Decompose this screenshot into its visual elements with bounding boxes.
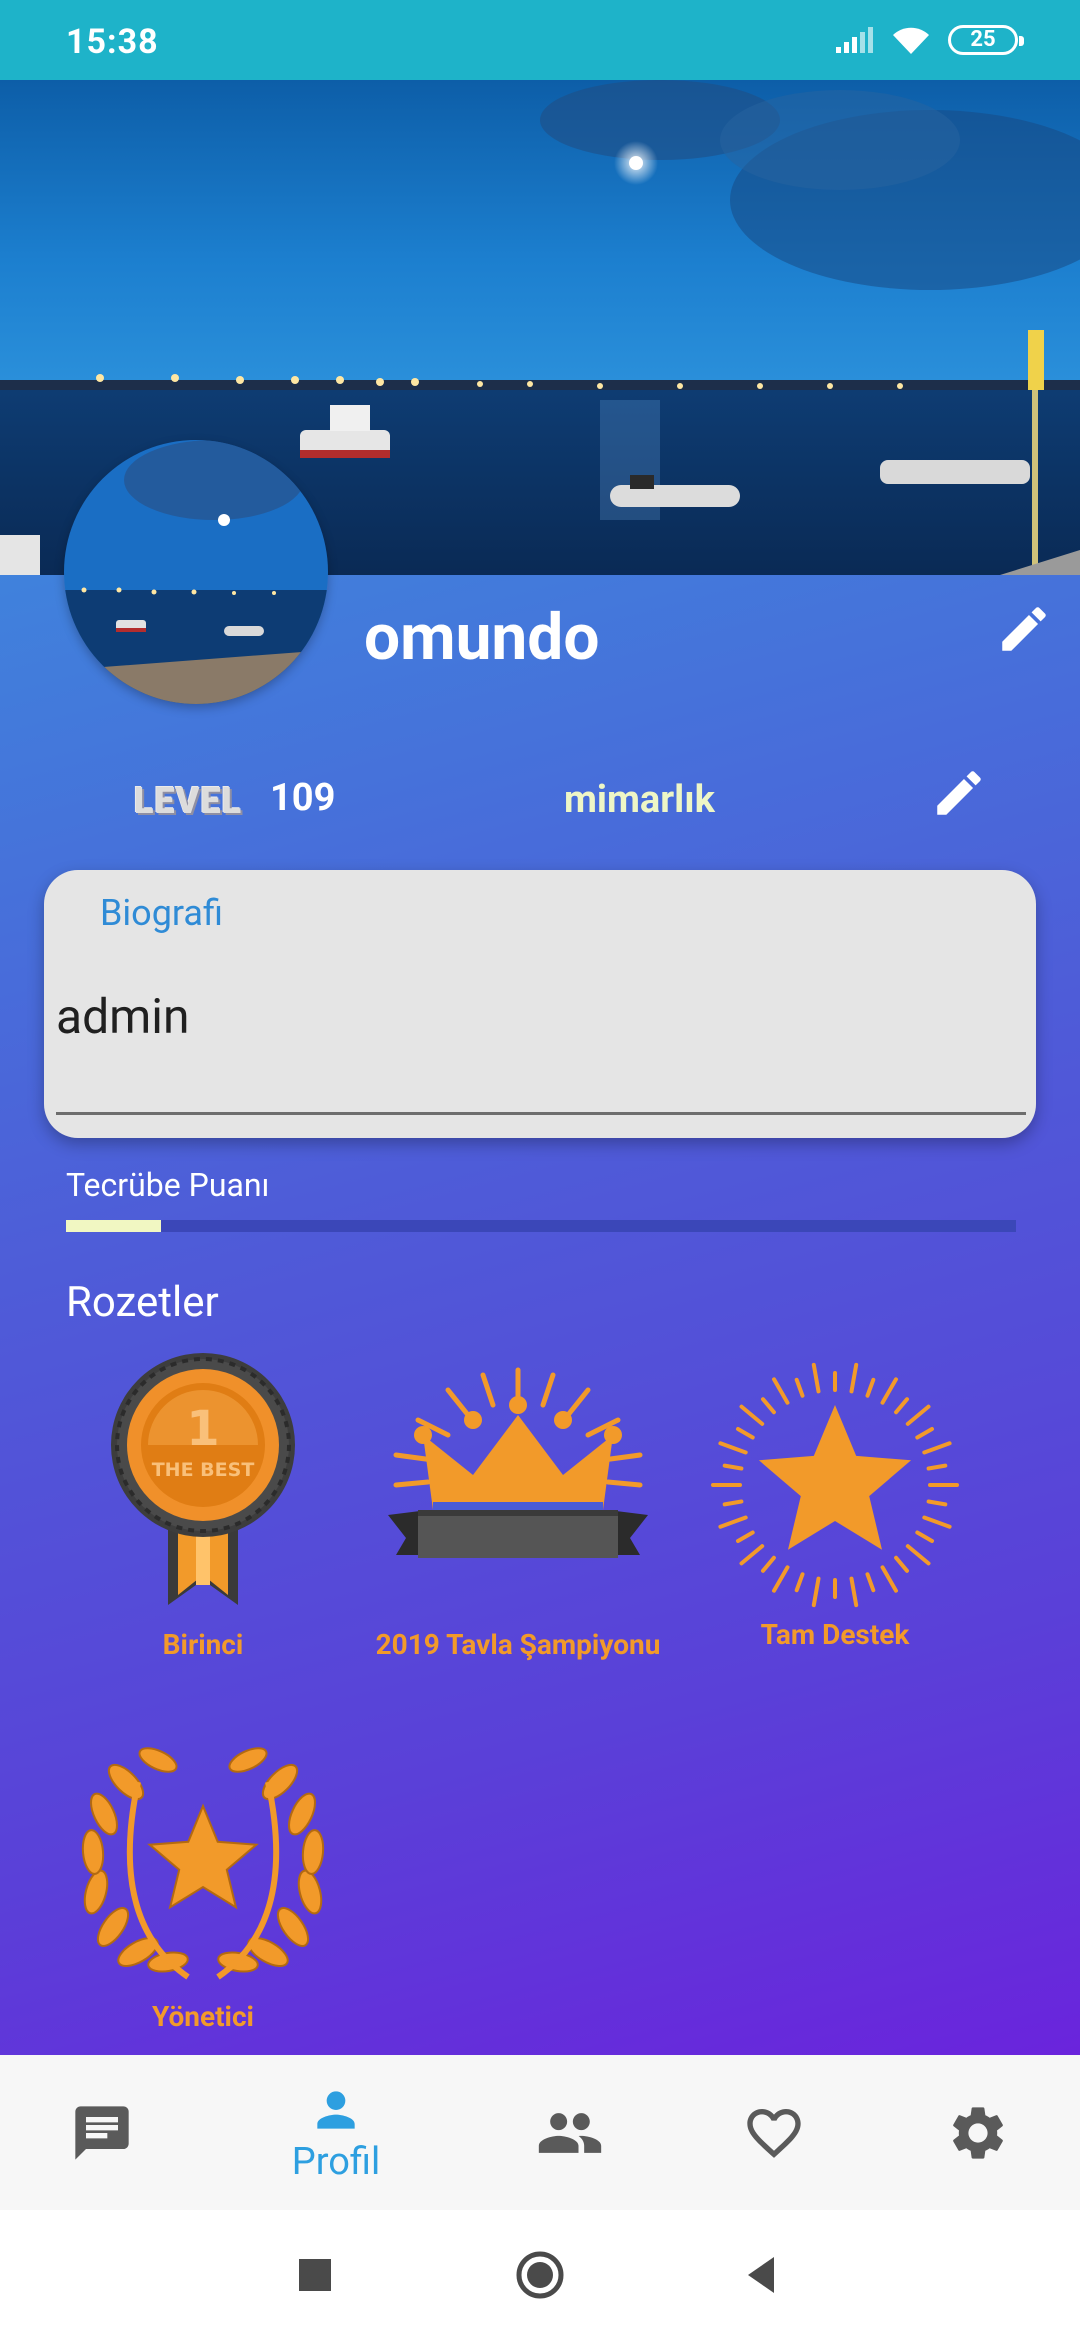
star-burst-ray [880, 1377, 898, 1405]
star-burst-ray [865, 1572, 876, 1593]
avatar[interactable] [64, 440, 328, 704]
bio-label: Biografi [100, 892, 223, 934]
wifi-icon [893, 27, 929, 54]
star-burst-ray [794, 1377, 805, 1398]
badges-title: Rozetler [66, 1278, 219, 1327]
person-icon [317, 2090, 355, 2129]
chat-icon [75, 2105, 129, 2160]
bio-text[interactable]: admin [56, 988, 189, 1045]
star-burst-ray [926, 1499, 948, 1507]
star-burst-ray [718, 1515, 748, 1529]
star-burst-ray [905, 1544, 931, 1566]
badge-tavla-sampiyonu[interactable]: 2019 Tavla Şampiyonu [368, 1360, 668, 1662]
star-burst-ray [739, 1404, 765, 1426]
edit-profile-icon[interactable] [995, 600, 1053, 658]
signal-icon [836, 27, 873, 53]
star-burst-ray [915, 1530, 934, 1543]
medal-number: 1 [186, 1401, 219, 1457]
star-burst-ray [894, 1555, 909, 1573]
status-bar: 15:38 25 [0, 0, 1080, 80]
xp-progress-fill [66, 1220, 161, 1232]
star-burst-ray [811, 1362, 821, 1394]
star-burst-ray [811, 1576, 821, 1608]
star-burst-ray [915, 1427, 934, 1440]
star-burst-ray [772, 1377, 790, 1405]
badge-label-birinci: Birinci [162, 1628, 244, 1661]
recents-button[interactable] [290, 2250, 340, 2300]
star-burst-ray [894, 1397, 909, 1415]
star-burst-ray [722, 1499, 744, 1507]
star-burst-ray [922, 1441, 952, 1455]
nav-item-friends[interactable] [520, 2055, 620, 2210]
level-value: 109 [270, 776, 336, 820]
nav-item-profile[interactable]: Profil [256, 2055, 416, 2210]
badge-yonetici[interactable]: Yönetici [53, 1722, 353, 2034]
bio-underline [56, 1112, 1026, 1115]
system-navigation-bar [0, 2210, 1080, 2340]
badge-label-tavla-sampiyonu: 2019 Tavla Şampiyonu [375, 1628, 661, 1661]
star-burst-ray [905, 1404, 931, 1426]
xp-label: Tecrübe Puanı [66, 1166, 270, 1204]
badge-birinci[interactable]: 1 THE BEST Birinci [53, 1350, 353, 1662]
nav-item-settings[interactable] [928, 2055, 1028, 2210]
star-burst-icon [711, 1362, 959, 1608]
bio-field[interactable]: Biografi admin [44, 870, 1036, 1138]
nav-item-messages[interactable] [52, 2055, 152, 2210]
star-burst-ray [718, 1441, 748, 1455]
username: omundo [364, 600, 600, 675]
status-icons: 25 [834, 18, 1024, 62]
heart-icon [747, 2108, 801, 2158]
star-burst-ray [849, 1362, 859, 1394]
level-badge: LEVEL [134, 780, 243, 822]
star-burst-ray [794, 1572, 805, 1593]
badge-tam-destek[interactable]: Tam Destek [685, 1360, 985, 1652]
bottom-navigation: Profil [0, 2055, 1080, 2210]
laurel-star-icon [81, 1747, 325, 1980]
back-button[interactable] [738, 2250, 788, 2300]
badge-label-yonetici: Yönetici [152, 2000, 254, 2033]
xp-progress-bar [66, 1220, 1016, 1232]
home-button[interactable] [515, 2250, 565, 2300]
star-burst-ray [926, 1463, 948, 1471]
star-burst-ray [849, 1576, 859, 1608]
edit-profession-icon[interactable] [930, 764, 988, 822]
battery-icon: 25 [948, 25, 1024, 55]
star-burst-ray [722, 1463, 744, 1471]
crown-icon [388, 1367, 648, 1558]
star-burst-ray [922, 1515, 952, 1529]
badge-label-tam-destek: Tam Destek [760, 1618, 910, 1651]
star-burst-ray [865, 1377, 876, 1398]
nav-item-favorites[interactable] [724, 2055, 824, 2210]
profession-label: mimarlık [564, 778, 715, 822]
nav-label-profile: Profil [291, 2139, 381, 2184]
star-burst-ray [761, 1397, 776, 1415]
star-burst-ray [736, 1530, 755, 1543]
star-burst-ray [739, 1544, 765, 1566]
star-burst-ray [880, 1565, 898, 1593]
group-icon [538, 2112, 602, 2153]
gear-icon [953, 2106, 1003, 2159]
star-burst-ray [736, 1427, 755, 1440]
medal-icon: 1 THE BEST [111, 1353, 295, 1605]
status-time: 15:38 [66, 22, 159, 62]
star-burst-ray [772, 1565, 790, 1593]
star-burst-ray [761, 1555, 776, 1573]
medal-caption: THE BEST [152, 1459, 255, 1481]
